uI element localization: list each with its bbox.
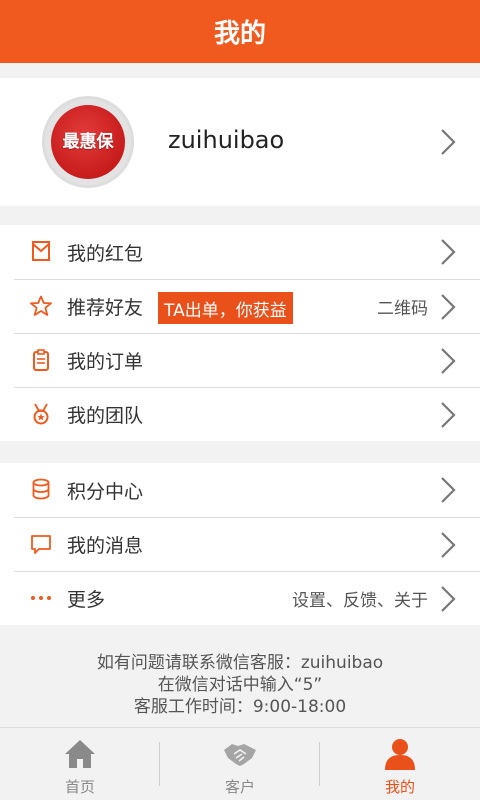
menu-item-label: 更多 [67, 589, 106, 611]
menu-item-label: 积分中心 [67, 480, 144, 503]
chevron-right-icon [441, 532, 456, 558]
menu-item-messages[interactable]: 我的消息 [14, 517, 480, 571]
medal-icon [33, 403, 49, 425]
clipboard-icon [33, 349, 49, 371]
menu-item-label: 我的红包 [67, 242, 144, 265]
menu-item-recommend-friend[interactable]: 推荐好友 TA出单，你获益 二维码 [14, 279, 480, 333]
service-hours-text: 客服工作时间：9:00-18:00 [133, 697, 347, 717]
username: zuihuibao [168, 126, 285, 154]
tab-home[interactable]: 首页 [0, 728, 160, 800]
avatar[interactable]: 最惠保 [42, 96, 134, 188]
customer-service-info: 如有问题请联系微信客服：zuihuibao 在微信对话中输入“5” 客服工作时间… [0, 652, 480, 718]
menu-item-red-envelope[interactable]: 我的红包 [0, 225, 480, 279]
page-title: 我的 [213, 19, 266, 49]
header-bar: 我的 [0, 0, 480, 63]
bottom-tab-bar: 首页 客户 我的 [0, 727, 480, 800]
chevron-right-icon [441, 348, 456, 374]
database-icon [32, 478, 50, 500]
chevron-right-icon [441, 129, 456, 155]
promo-badge: TA出单，你获益 [158, 292, 293, 324]
menu-item-label: 我的订单 [67, 351, 144, 373]
chevron-right-icon [441, 586, 456, 612]
handshake-icon [224, 744, 256, 766]
contact-instruction-text: 在微信对话中输入“5” [157, 675, 323, 695]
tab-label: 客户 [224, 778, 255, 796]
chevron-right-icon [441, 402, 456, 428]
profile-card[interactable]: 最惠保 zuihuibao [0, 78, 480, 206]
user-icon [385, 739, 415, 770]
chevron-right-icon [441, 294, 456, 320]
envelope-icon [32, 241, 50, 261]
menu-item-points-center[interactable]: 积分中心 [0, 463, 480, 517]
settings-feedback-about-text: 设置、反馈、关于 [292, 591, 428, 611]
contact-wechat-text: 如有问题请联系微信客服：zuihuibao [96, 653, 384, 673]
tab-label: 首页 [64, 778, 95, 796]
star-icon [30, 295, 52, 316]
tab-label: 我的 [384, 778, 415, 796]
tab-customers[interactable]: 客户 [160, 728, 320, 800]
chevron-right-icon [441, 477, 456, 503]
qr-code-link[interactable]: 二维码 [377, 294, 428, 319]
more-icon [31, 596, 51, 600]
avatar-logo-text: 最惠保 [62, 132, 114, 152]
chat-icon [31, 535, 51, 554]
tab-mine[interactable]: 我的 [320, 728, 480, 800]
menu-group-1: 我的红包 推荐好友 TA出单，你获益 二维码 我的订单 我的团队 [0, 225, 480, 441]
menu-item-orders[interactable]: 我的订单 [14, 333, 480, 387]
chevron-right-icon [441, 239, 456, 265]
menu-item-team[interactable]: 我的团队 [14, 387, 480, 441]
menu-item-label: 我的消息 [67, 535, 144, 557]
menu-item-more[interactable]: 更多 设置、反馈、关于 [14, 571, 480, 625]
menu-group-2: 积分中心 我的消息 更多 设置、反馈、关于 [0, 463, 480, 625]
home-icon [65, 740, 95, 768]
menu-item-label: 推荐好友 [67, 297, 144, 319]
menu-item-label: 我的团队 [67, 405, 144, 427]
